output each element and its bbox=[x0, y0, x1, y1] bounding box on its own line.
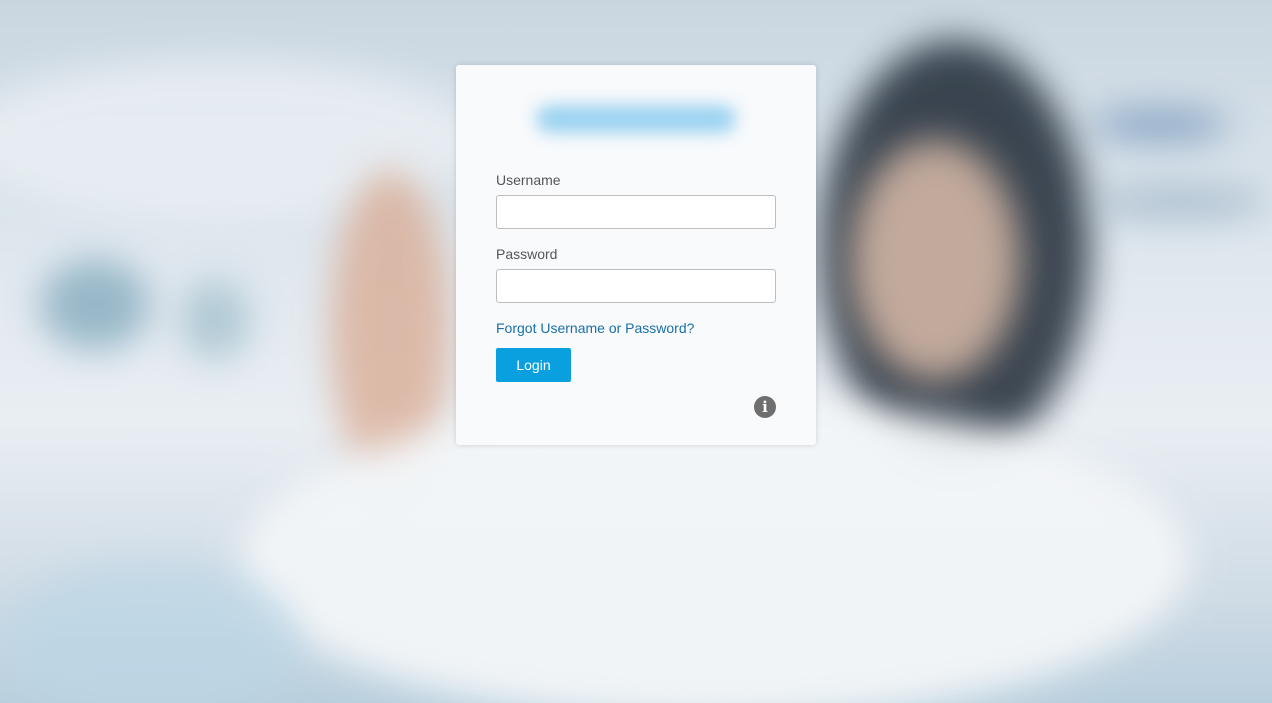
password-input[interactable] bbox=[496, 269, 776, 303]
logo bbox=[536, 97, 736, 137]
username-input[interactable] bbox=[496, 195, 776, 229]
username-label: Username bbox=[496, 172, 561, 188]
login-button[interactable]: Login bbox=[496, 348, 571, 382]
info-icon[interactable]: i bbox=[754, 396, 776, 418]
forgot-credentials-link[interactable]: Forgot Username or Password? bbox=[496, 320, 694, 336]
password-label: Password bbox=[496, 246, 558, 262]
login-card: Username Password Forgot Username or Pas… bbox=[456, 65, 816, 445]
